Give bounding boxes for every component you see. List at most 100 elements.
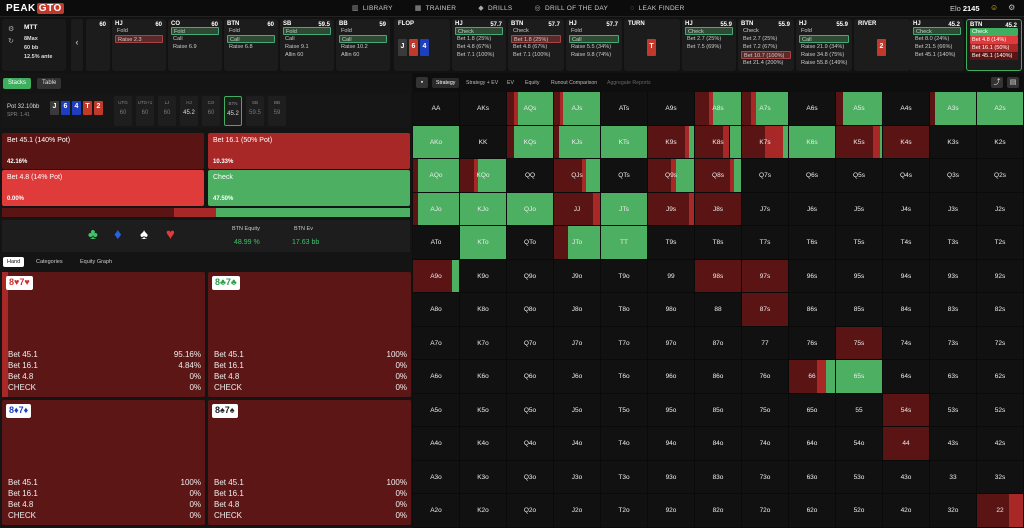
range-cell[interactable]: 95o [648,393,695,427]
range-cell[interactable]: 84s [883,293,930,327]
subtab-equity-graph[interactable]: Equity Graph [76,257,116,267]
subtab-hand[interactable]: Hand [3,257,25,267]
range-cell[interactable]: QTo [507,226,554,260]
range-cell[interactable]: K2s [977,125,1024,159]
range-cell[interactable]: J4o [554,427,601,461]
action-option[interactable]: Call [283,35,331,43]
chat-icon[interactable]: ☺ [990,3,998,12]
range-cell[interactable]: K9o [460,259,507,293]
action-option[interactable]: Call [569,35,619,43]
range-cell[interactable]: J9o [554,259,601,293]
range-cell[interactable]: Q7s [742,159,789,193]
action-option[interactable]: Raise 5.5 (34%) [569,43,619,51]
stack-co[interactable]: CO 60 [202,96,220,126]
action-option[interactable]: Check [455,27,503,35]
stack-utg+1[interactable]: UTG+1 60 [136,96,154,126]
range-cell[interactable]: T2s [977,226,1024,260]
range-cell[interactable]: KJo [460,192,507,226]
range-cell[interactable]: A9o [413,259,460,293]
stack-hj[interactable]: HJ 45.2 [180,96,198,126]
action-option[interactable]: Fold [227,27,275,35]
range-cell[interactable]: AKs [460,92,507,126]
range-cell[interactable]: K3s [930,125,977,159]
seat-hj[interactable]: HJ 57.7 Fold Call Raise 5.5 (34%) Raise 9.8 (… [566,19,622,71]
range-cell[interactable]: 98o [648,293,695,327]
action-option[interactable]: Raise 9.1 [283,43,331,51]
range-cell[interactable]: J4s [883,192,930,226]
range-cell[interactable]: 65o [789,393,836,427]
range-cell[interactable]: J6o [554,360,601,394]
range-cell[interactable]: 74s [883,326,930,360]
hand-combo[interactable]: 8♦7♦ Bet 45.1 100% Bet 16.1 0% Bet 4.8 0% CHECK… [2,400,205,525]
seat-hj[interactable]: HJ 55.9 Check Bet 2.7 (25%) Bet 7.5 (69%) [682,19,736,71]
range-cell[interactable]: 92o [648,494,695,528]
range-cell[interactable]: 92s [977,259,1024,293]
tab-table[interactable]: Table [37,78,62,89]
range-cell[interactable]: 98s [695,259,742,293]
range-cell[interactable]: K8s [695,125,742,159]
action-option[interactable]: Check [685,27,733,35]
range-cell[interactable]: 75o [742,393,789,427]
action-option[interactable]: Call [171,35,219,43]
action-option[interactable]: Raise 10.2 [339,43,387,51]
seat-bb[interactable]: BB 59 Fold Call Raise 10.2 Allin 60 [336,19,390,71]
action-option[interactable]: Bet 45.1 (140%) [913,51,961,59]
range-cell[interactable]: A3s [930,92,977,126]
range-cell[interactable]: 99 [648,259,695,293]
range-cell[interactable]: 73s [930,326,977,360]
range-cell[interactable]: J5o [554,393,601,427]
range-cell[interactable]: 65s [836,360,883,394]
range-cell[interactable]: 77 [742,326,789,360]
gear-icon[interactable]: ⚙ [8,25,14,33]
action-option[interactable]: Bet 4.8 (67%) [455,43,503,51]
range-cell[interactable]: QQ [507,159,554,193]
seat-btn[interactable]: BTN 57.7 Check Bet 1.8 (25%) Bet 4.8 (67%) Be… [508,19,564,71]
action-option[interactable]: Bet 1.8 (25%) [511,35,561,43]
range-cell[interactable]: 94o [648,427,695,461]
seat-hj[interactable]: HJ 55.9 Fold Call Raise 21.9 (34%) Raise 34.8… [796,19,852,71]
range-cell[interactable]: 52o [836,494,883,528]
range-cell[interactable]: 96s [789,259,836,293]
range-cell[interactable]: 85o [695,393,742,427]
tab-aggregate-reports[interactable]: Aggregate Reports [607,78,651,88]
range-cell[interactable]: T4o [601,427,648,461]
action-option[interactable]: Raise 6.8 [227,43,275,51]
range-cell[interactable]: 96o [648,360,695,394]
range-cell[interactable]: Q3s [930,159,977,193]
action-option[interactable]: Raise 6.9 [171,43,219,51]
panel-toggle-icon[interactable]: ▪ [416,77,428,88]
action-option[interactable]: Bet 8.0 (24%) [913,35,961,43]
range-cell[interactable]: 93o [648,460,695,494]
action-option[interactable]: Call [799,35,849,43]
range-cell[interactable]: 54s [883,393,930,427]
range-cell[interactable]: 52s [977,393,1024,427]
settings-icon[interactable]: ⚙ [1008,3,1015,12]
stack-btn[interactable]: BTN 45.2 [224,96,242,126]
range-cell[interactable]: 76o [742,360,789,394]
action-option[interactable]: Call [339,35,387,43]
action-option[interactable]: Bet 4.8 (67%) [511,43,561,51]
range-cell[interactable]: A3o [413,460,460,494]
range-cell[interactable]: Q2o [507,494,554,528]
range-cell[interactable]: Q8s [695,159,742,193]
range-cell[interactable]: A4s [883,92,930,126]
range-cell[interactable]: T6s [789,226,836,260]
action-option[interactable]: Bet 7.2 (67%) [741,43,791,51]
range-cell[interactable]: KTo [460,226,507,260]
range-cell[interactable]: A8s [695,92,742,126]
range-cell[interactable]: Q2s [977,159,1024,193]
range-cell[interactable]: T5s [836,226,883,260]
range-cell[interactable]: 42s [977,427,1024,461]
action-option[interactable]: Fold [171,27,219,35]
range-cell[interactable]: K4s [883,125,930,159]
range-cell[interactable]: T4s [883,226,930,260]
range-cell[interactable]: A7o [413,326,460,360]
range-cell[interactable]: J3s [930,192,977,226]
range-cell[interactable]: 62o [789,494,836,528]
range-cell[interactable]: T9o [601,259,648,293]
range-cell[interactable]: 72o [742,494,789,528]
range-cell[interactable]: K7s [742,125,789,159]
range-cell[interactable]: J2o [554,494,601,528]
range-cell[interactable]: T6o [601,360,648,394]
range-cell[interactable]: 83o [695,460,742,494]
